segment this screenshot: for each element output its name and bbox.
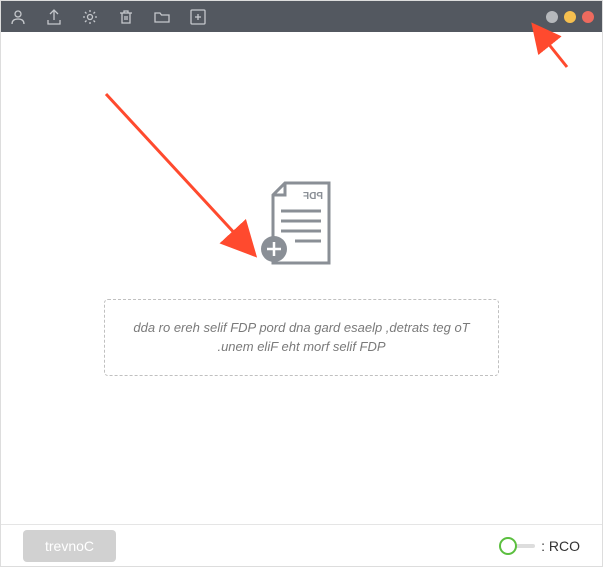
ocr-control: OCR : [499, 536, 580, 556]
svg-text:PDF: PDF [303, 191, 323, 202]
export-icon[interactable] [45, 8, 63, 26]
ocr-label: OCR : [541, 538, 580, 554]
toolbar [9, 8, 207, 26]
trash-icon[interactable] [117, 8, 135, 26]
footer: Convert OCR : [1, 524, 602, 566]
settings-icon[interactable] [81, 8, 99, 26]
main-content: PDF To get started, please drag and drop… [1, 32, 602, 524]
add-file-icon[interactable] [189, 8, 207, 26]
user-icon[interactable] [9, 8, 27, 26]
add-pdf-illustration[interactable]: PDF [261, 181, 343, 274]
maximize-button[interactable] [546, 11, 558, 23]
folder-icon[interactable] [153, 8, 171, 26]
titlebar [1, 1, 602, 32]
window-controls [546, 11, 594, 23]
minimize-button[interactable] [564, 11, 576, 23]
drop-zone-message: To get started, please drag and drop PDF… [104, 299, 499, 376]
ocr-toggle[interactable] [499, 536, 535, 556]
close-button[interactable] [582, 11, 594, 23]
convert-button[interactable]: Convert [23, 530, 116, 562]
